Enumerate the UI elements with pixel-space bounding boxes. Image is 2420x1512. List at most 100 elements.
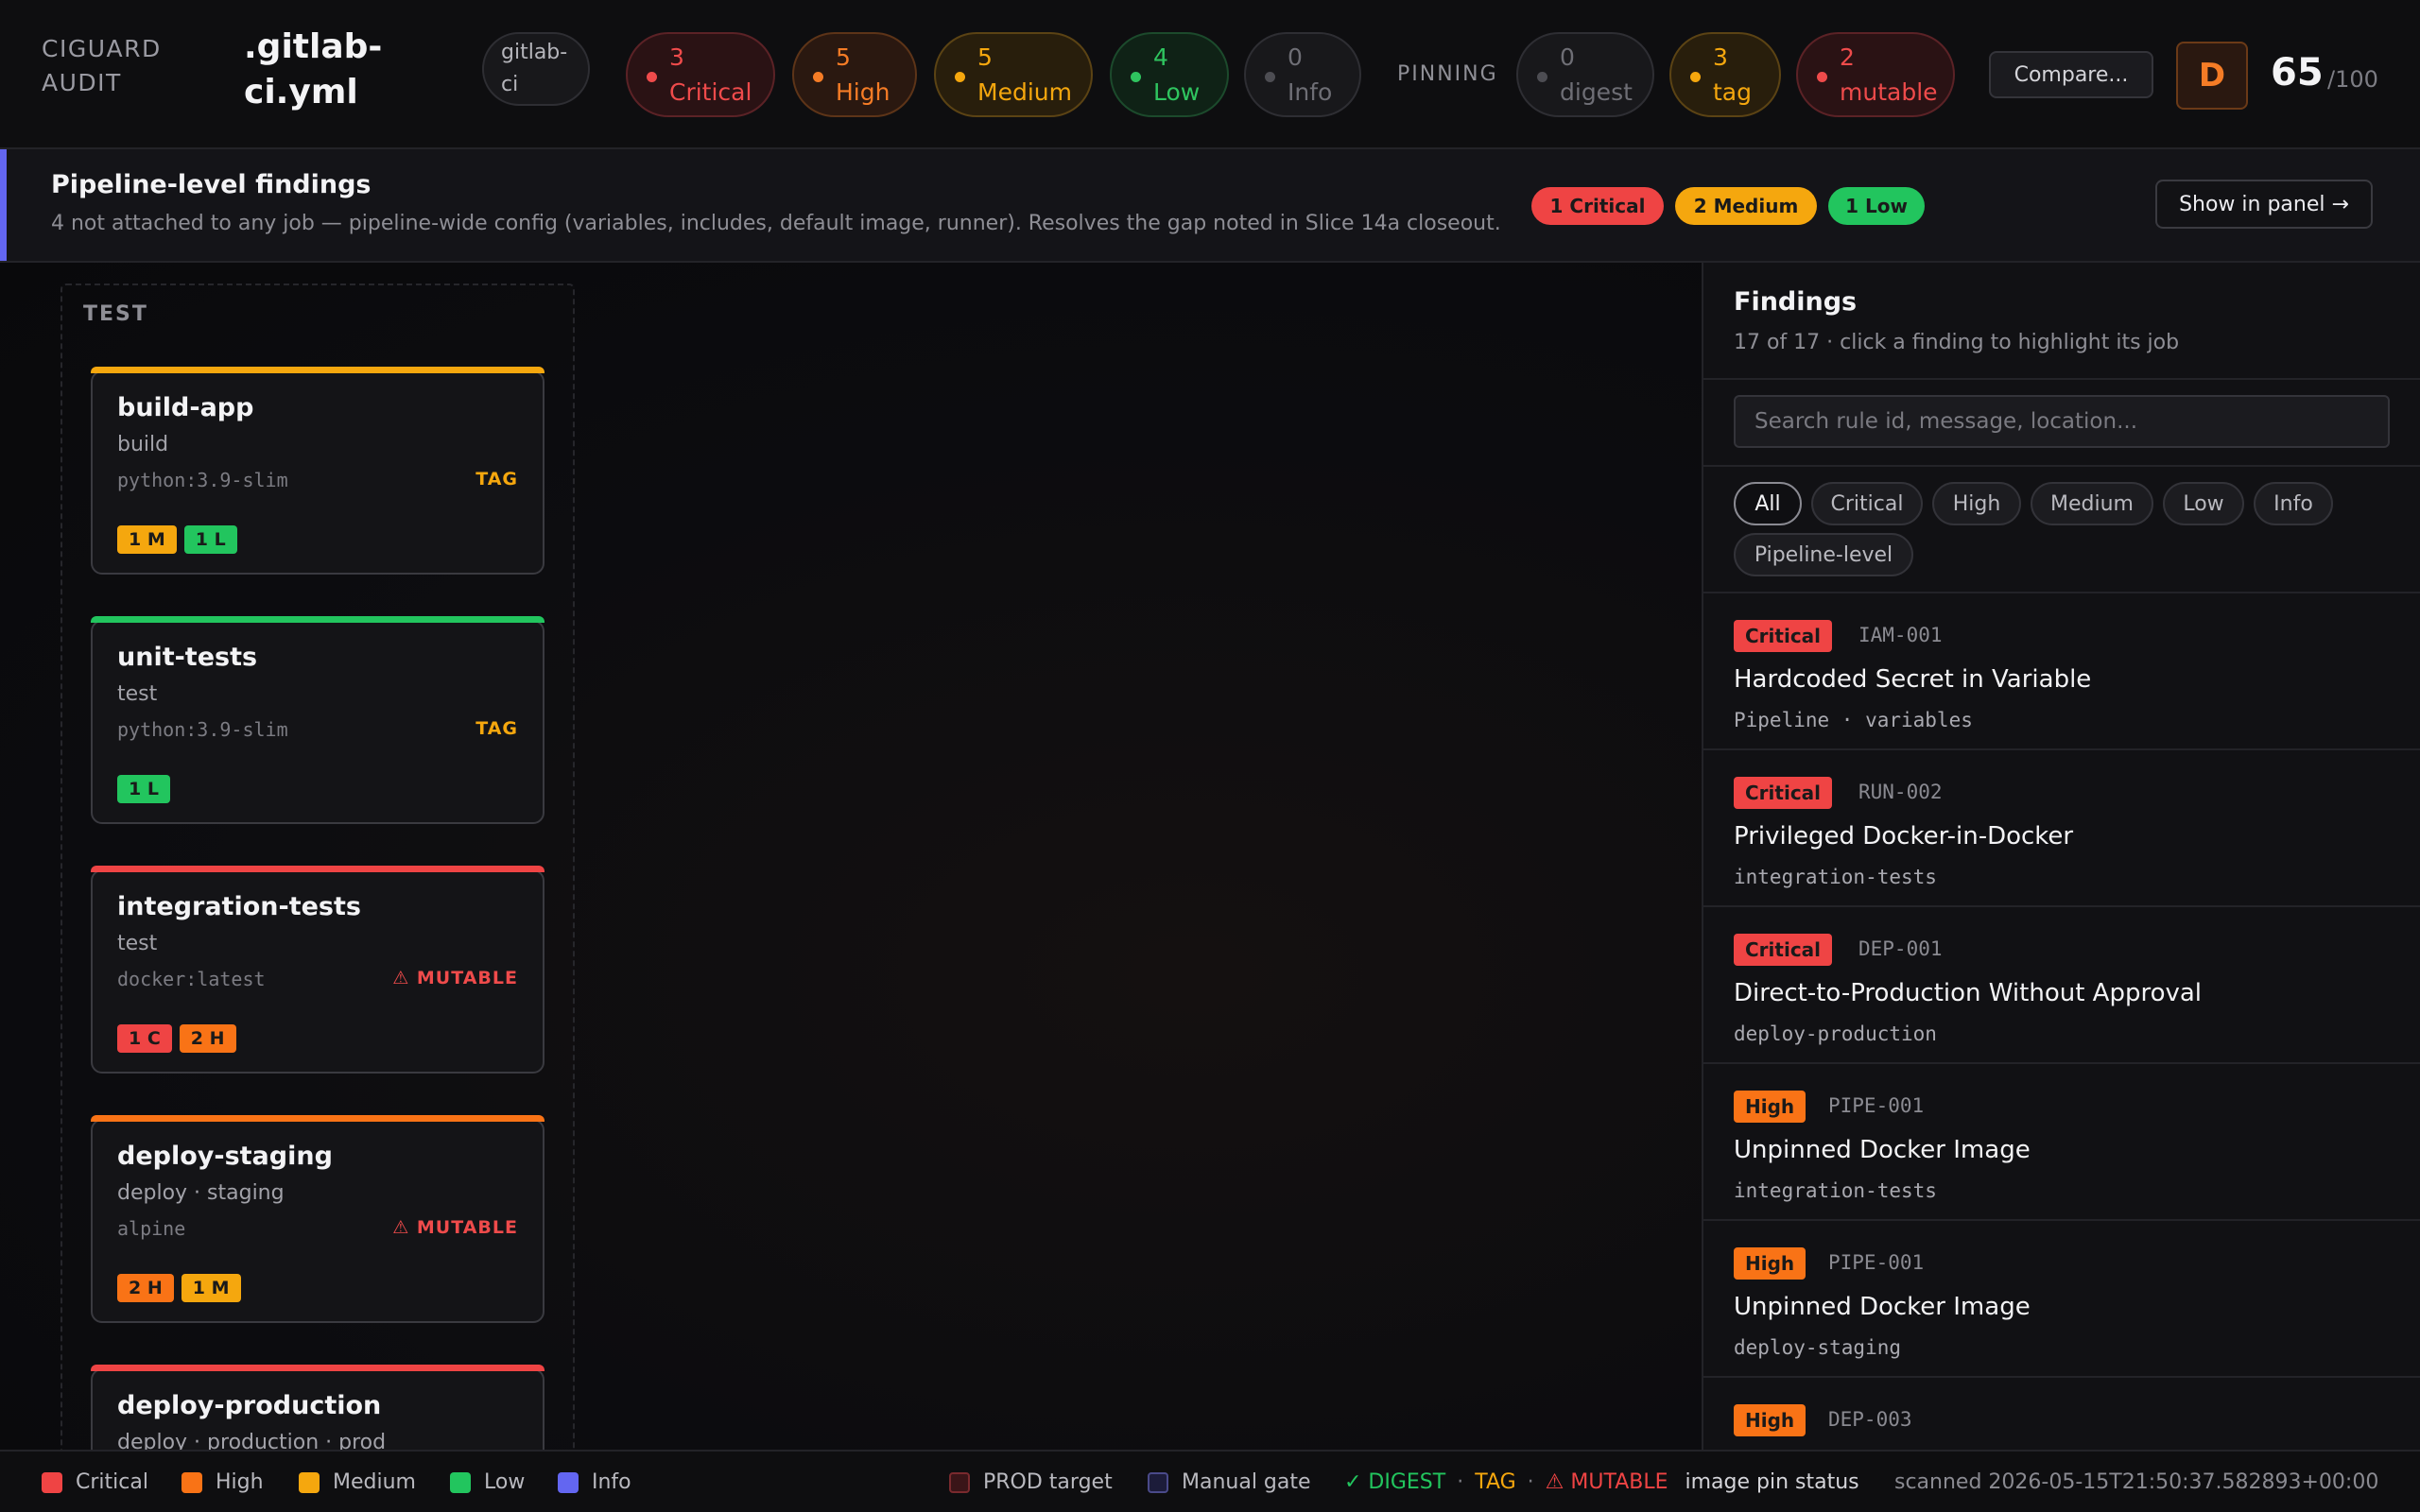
digest-dot-icon bbox=[1537, 72, 1547, 82]
job-card-build-app[interactable]: build-app build python:3.9-slim TAG 1 M … bbox=[91, 367, 544, 575]
job-image: python:3.9-slim bbox=[117, 469, 288, 491]
finding-title: Privileged Docker-in-Docker bbox=[1734, 822, 2074, 850]
manual-gate-square-icon bbox=[1148, 1471, 1168, 1493]
banner-description: 4 not attached to any job — pipeline-wid… bbox=[51, 212, 1501, 235]
panel-divider bbox=[1703, 465, 2420, 467]
banner-title: Pipeline-level findings bbox=[51, 170, 372, 199]
finding-rule-id: DEP-003 bbox=[1828, 1408, 1912, 1431]
legend-info: Info bbox=[558, 1470, 631, 1494]
job-severity-bar bbox=[91, 1115, 544, 1122]
compare-button[interactable]: Compare... bbox=[1989, 51, 2153, 98]
filter-low[interactable]: Low bbox=[2163, 482, 2244, 525]
legend-manual-gate: Manual gate bbox=[1148, 1470, 1311, 1494]
count-low-pill[interactable]: 4 Low bbox=[1110, 32, 1229, 117]
job-card-unit-tests[interactable]: unit-tests test python:3.9-slim TAG 1 L bbox=[91, 616, 544, 824]
finding-severity-badge: High bbox=[1734, 1091, 1806, 1123]
high-square-icon bbox=[182, 1471, 202, 1493]
finding-item[interactable]: High PIPE-001 Unpinned Docker Image inte… bbox=[1703, 1064, 2420, 1221]
job-stage: test bbox=[117, 932, 158, 955]
brand-logo: CIGUARD AUDIT bbox=[42, 35, 162, 96]
job-severity-bar bbox=[91, 866, 544, 872]
info-dot-icon bbox=[1265, 72, 1275, 82]
pin-mutable-pill[interactable]: 2 mutable bbox=[1796, 32, 1955, 117]
pin-digest-pill[interactable]: 0 digest bbox=[1516, 32, 1654, 117]
finding-severity-badge: High bbox=[1734, 1247, 1806, 1280]
job-name: integration-tests bbox=[117, 892, 361, 921]
legend-low: Low bbox=[450, 1470, 525, 1494]
filter-info[interactable]: Info bbox=[2254, 482, 2333, 525]
finding-severity-badge: Critical bbox=[1734, 620, 1833, 652]
filter-high[interactable]: High bbox=[1932, 482, 2021, 525]
job-badge-high: 2 H bbox=[179, 1024, 236, 1053]
filter-medium[interactable]: Medium bbox=[2031, 482, 2153, 525]
finding-rule-id: PIPE-001 bbox=[1828, 1251, 1925, 1274]
findings-title: Findings bbox=[1734, 287, 1858, 317]
panel-divider bbox=[1703, 378, 2420, 380]
legend-footer: Critical High Medium Low Info PROD targe… bbox=[0, 1450, 2420, 1512]
banner-accent-bar bbox=[0, 149, 7, 261]
filter-pipeline-level[interactable]: Pipeline-level bbox=[1734, 533, 1913, 576]
pin-status-label: image pin status bbox=[1685, 1470, 1859, 1494]
findings-subtitle: 17 of 17 · click a finding to highlight … bbox=[1734, 331, 2180, 354]
job-card-deploy-production[interactable]: deploy-production deploy · production · … bbox=[91, 1365, 544, 1450]
job-name: deploy-production bbox=[117, 1391, 382, 1420]
count-medium-pill[interactable]: 5 Medium bbox=[934, 32, 1093, 117]
job-card-integration-tests[interactable]: integration-tests test docker:latest ⚠ M… bbox=[91, 866, 544, 1074]
finding-title: Hardcoded Secret in Variable bbox=[1734, 665, 2092, 694]
job-badge-high: 2 H bbox=[117, 1274, 174, 1302]
job-stage: test bbox=[117, 682, 158, 706]
filter-critical[interactable]: Critical bbox=[1811, 482, 1923, 525]
job-pin-status: ⚠ MUTABLE bbox=[392, 968, 518, 988]
finding-location: integration-tests bbox=[1734, 1179, 1937, 1202]
grade-badge: D bbox=[2176, 42, 2248, 110]
finding-severity-badge: Critical bbox=[1734, 777, 1833, 809]
finding-item[interactable]: High PIPE-001 Unpinned Docker Image depl… bbox=[1703, 1221, 2420, 1378]
pipeline-canvas[interactable]: TEST build-app build python:3.9-slim TAG… bbox=[0, 263, 1702, 1450]
finding-item[interactable]: High DEP-003 bbox=[1703, 1378, 2420, 1450]
count-high-pill[interactable]: 5 High bbox=[792, 32, 917, 117]
job-name: build-app bbox=[117, 393, 254, 422]
job-badge-low: 1 L bbox=[183, 525, 237, 554]
show-in-panel-button[interactable]: Show in panel → bbox=[2155, 180, 2373, 229]
finding-item[interactable]: Critical IAM-001 Hardcoded Secret in Var… bbox=[1703, 593, 2420, 750]
job-stage: deploy · staging bbox=[117, 1181, 285, 1205]
banner-chip-medium: 2 Medium bbox=[1675, 187, 1817, 225]
pin-tag-pill[interactable]: 3 tag bbox=[1669, 32, 1781, 117]
job-badge-low: 1 L bbox=[117, 775, 170, 803]
info-square-icon bbox=[558, 1471, 579, 1493]
scan-timestamp: scanned 2026-05-15T21:50:37.582893+00:00 bbox=[1894, 1470, 2379, 1494]
finding-severity-badge: Critical bbox=[1734, 934, 1833, 966]
finding-item[interactable]: Critical RUN-002 Privileged Docker-in-Do… bbox=[1703, 750, 2420, 907]
prod-target-square-icon bbox=[949, 1471, 970, 1493]
finding-rule-id: RUN-002 bbox=[1858, 781, 1943, 803]
count-critical-pill[interactable]: 3 Critical bbox=[626, 32, 775, 117]
job-pin-status: ⚠ MUTABLE bbox=[392, 1217, 518, 1238]
finding-rule-id: PIPE-001 bbox=[1828, 1094, 1925, 1117]
finding-rule-id: IAM-001 bbox=[1858, 624, 1943, 646]
search-input[interactable] bbox=[1734, 395, 2390, 448]
top-header: CIGUARD AUDIT .gitlab-ci.yml gitlab-ci 3… bbox=[0, 0, 2420, 149]
stage-label: TEST bbox=[83, 302, 148, 326]
job-badge-medium: 1 M bbox=[117, 525, 177, 554]
job-name: unit-tests bbox=[117, 643, 258, 672]
job-severity-bar bbox=[91, 616, 544, 623]
job-card-deploy-staging[interactable]: deploy-staging deploy · staging alpine ⚠… bbox=[91, 1115, 544, 1323]
legend-prod-target: PROD target bbox=[949, 1470, 1113, 1494]
legend-critical: Critical bbox=[42, 1470, 148, 1494]
job-image: python:3.9-slim bbox=[117, 718, 288, 741]
job-severity-bar bbox=[91, 1365, 544, 1371]
critical-dot-icon bbox=[647, 72, 657, 82]
legend-medium: Medium bbox=[299, 1470, 416, 1494]
count-info-pill[interactable]: 0 Info bbox=[1244, 32, 1361, 117]
finding-title: Unpinned Docker Image bbox=[1734, 1136, 2031, 1164]
medium-dot-icon bbox=[955, 72, 965, 82]
job-badge-medium: 1 M bbox=[181, 1274, 241, 1302]
job-image: alpine bbox=[117, 1217, 186, 1240]
finding-location: deploy-staging bbox=[1734, 1336, 1902, 1359]
job-pin-status: TAG bbox=[475, 469, 518, 490]
pin-separator: · bbox=[1527, 1470, 1534, 1494]
finding-item[interactable]: Critical DEP-001 Direct-to-Production Wi… bbox=[1703, 907, 2420, 1064]
file-title: .gitlab-ci.yml bbox=[244, 27, 383, 112]
filter-all[interactable]: All bbox=[1734, 482, 1802, 525]
findings-panel: Findings 17 of 17 · click a finding to h… bbox=[1702, 263, 2420, 1450]
